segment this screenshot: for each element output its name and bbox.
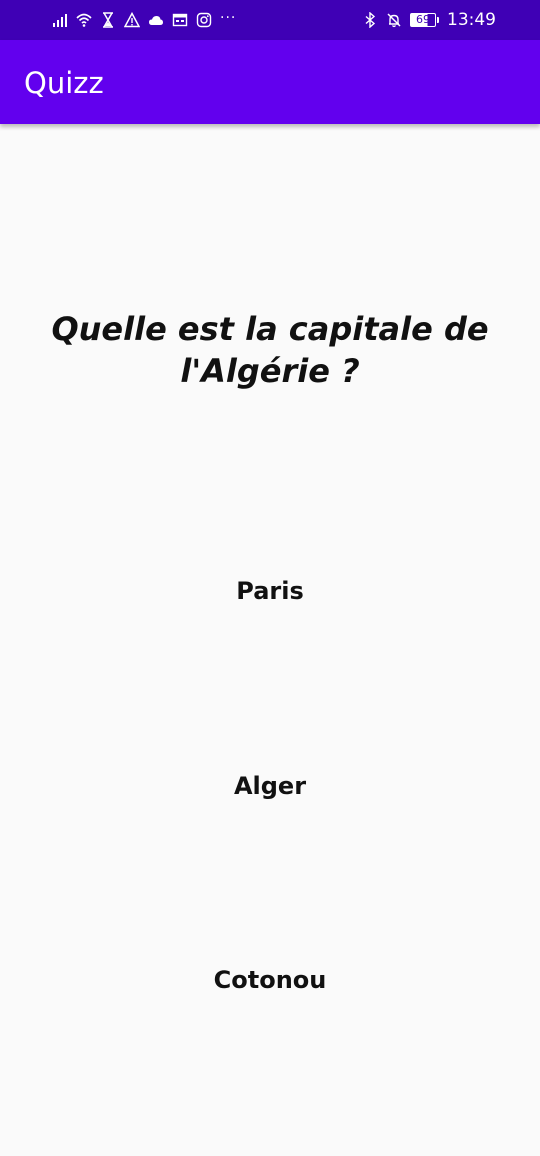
app-bar: Quizz <box>0 40 540 124</box>
calendar-icon <box>172 12 188 28</box>
warning-icon <box>124 12 140 28</box>
notifications-off-icon <box>386 12 402 28</box>
battery-icon: 69 <box>410 12 439 28</box>
answer-button-paris[interactable]: Paris <box>120 561 420 621</box>
status-bar: ··· 69 13:49 <box>0 0 540 40</box>
status-left-icons: ··· <box>52 0 236 40</box>
answer-button-cotonou[interactable]: Cotonou <box>120 950 420 1010</box>
status-right-icons: 69 13:49 <box>362 0 496 40</box>
cloud-icon <box>148 12 164 28</box>
wifi-icon <box>76 12 92 28</box>
more-notifications-icon: ··· <box>220 10 237 26</box>
quiz-content: Quelle est la capitale de l'Algérie ? Pa… <box>0 124 540 1156</box>
instagram-icon <box>196 12 212 28</box>
hourglass-icon <box>100 12 116 28</box>
question-text: Quelle est la capitale de l'Algérie ? <box>51 310 489 390</box>
signal-icon <box>52 12 68 28</box>
answer-button-alger[interactable]: Alger <box>120 756 420 816</box>
app-title: Quizz <box>24 66 104 100</box>
battery-level: 69 <box>410 13 436 27</box>
bluetooth-icon <box>362 12 378 28</box>
status-time: 13:49 <box>447 10 496 30</box>
